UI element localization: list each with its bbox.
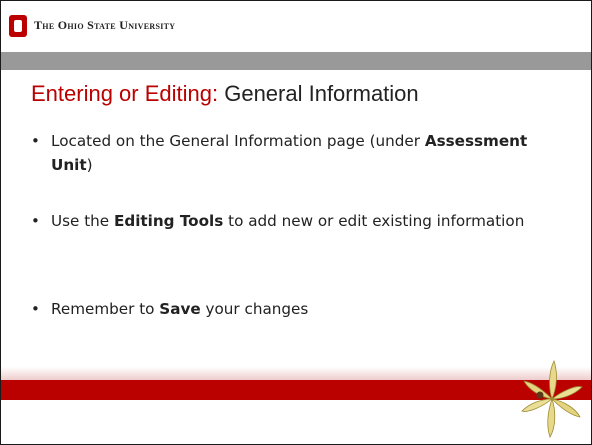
bullet-item: • Use the Editing Tools to add new or edi…	[31, 209, 541, 297]
footer-shade	[1, 367, 591, 380]
footer-red-band	[1, 380, 591, 400]
bullet-text: Use the	[51, 212, 114, 230]
bullet-text: Located on the General Information page …	[51, 132, 425, 150]
ohio-state-block-o-icon	[9, 15, 27, 37]
bullet-text: your changes	[200, 300, 309, 318]
slide: The Ohio State University Entering or Ed…	[0, 0, 592, 445]
bullet-dot: •	[31, 300, 40, 318]
header-gray-band	[1, 52, 591, 70]
bullet-bold-text: Editing Tools	[113, 212, 224, 230]
university-logo: The Ohio State University	[9, 15, 225, 37]
slide-title-rest: General Information	[218, 81, 419, 106]
bullet-item: • Located on the General Information page…	[31, 129, 541, 209]
bullet-dot: •	[31, 132, 40, 150]
bullet-list: • Located on the General Information page…	[31, 129, 541, 323]
bullet-text: )	[86, 156, 93, 174]
university-name: The Ohio State University	[34, 18, 176, 32]
buckeye-leaf-icon	[521, 359, 583, 438]
bullet-item: • Remember to Save your changes	[31, 297, 541, 323]
bullet-dot: •	[31, 212, 40, 230]
bullet-text: Remember to	[51, 300, 160, 318]
bullet-text: to add new or edit existing information	[223, 212, 525, 230]
slide-title: Entering or Editing: General Information	[31, 81, 419, 107]
slide-header: The Ohio State University	[1, 1, 591, 51]
slide-title-accent: Entering or Editing:	[31, 81, 219, 106]
bullet-bold-text: Save	[159, 300, 201, 318]
